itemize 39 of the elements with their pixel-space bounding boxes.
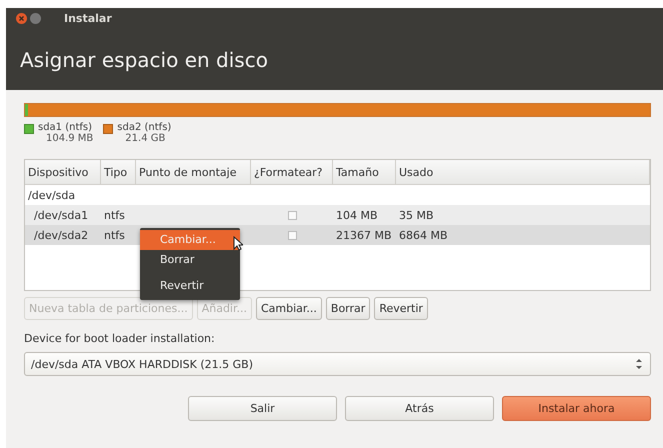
size-cell: 104 MB: [336, 208, 378, 222]
size-cell: 21367 MB: [336, 228, 392, 242]
partition-name: sda1 (ntfs): [38, 122, 94, 133]
menu-item[interactable]: Borrar: [140, 250, 240, 270]
dialog-button[interactable]: Atrás: [345, 396, 494, 421]
bootloader-dropdown[interactable]: /dev/sda ATA VBOX HARDDISK (21.5 GB): [24, 352, 651, 376]
column-header[interactable]: Tamaño: [333, 160, 396, 184]
column-header[interactable]: Tipo: [101, 160, 136, 184]
table-action-button[interactable]: Borrar: [326, 297, 370, 320]
type-cell: ntfs: [104, 228, 125, 242]
used-cell: 35 MB: [399, 208, 434, 222]
column-header[interactable]: Punto de montaje: [136, 160, 251, 184]
format-checkbox[interactable]: [288, 210, 296, 220]
partition-name: sda2 (ntfs): [117, 122, 172, 133]
column-header[interactable]: Dispositivo: [25, 160, 101, 184]
used-cell: 6864 MB: [399, 228, 448, 242]
minimize-icon[interactable]: [30, 12, 41, 24]
dialog-button[interactable]: Salir: [188, 396, 337, 421]
device-cell: /dev/sda: [28, 188, 76, 202]
device-cell: /dev/sda1: [34, 208, 88, 222]
close-icon[interactable]: [16, 12, 27, 24]
format-checkbox[interactable]: [288, 230, 296, 240]
table-action-button[interactable]: Revertir: [374, 297, 428, 320]
table-action-button[interactable]: Cambiar...: [256, 297, 322, 320]
column-header[interactable]: ¿Formatear?: [251, 160, 333, 184]
device-cell: /dev/sda2: [34, 228, 88, 242]
partition-size: 21.4 GB: [125, 133, 166, 144]
column-header[interactable]: Usado: [396, 160, 650, 184]
cursor-icon: [233, 236, 243, 251]
table-row[interactable]: /dev/sda: [25, 185, 650, 205]
field-label: Device for boot loader installation:: [24, 332, 216, 345]
dialog-button[interactable]: Instalar ahora: [502, 396, 651, 421]
type-cell: ntfs: [104, 208, 125, 222]
window-title: Instalar: [64, 12, 112, 24]
spinner-arrows-icon: [636, 359, 642, 369]
page-heading: Asignar espacio en disco: [20, 48, 269, 72]
table-row[interactable]: /dev/sda1 ntfs 104 MB 35 MB: [25, 205, 650, 225]
menu-item[interactable]: Revertir: [140, 276, 240, 296]
partition-size: 104.9 MB: [46, 133, 94, 144]
